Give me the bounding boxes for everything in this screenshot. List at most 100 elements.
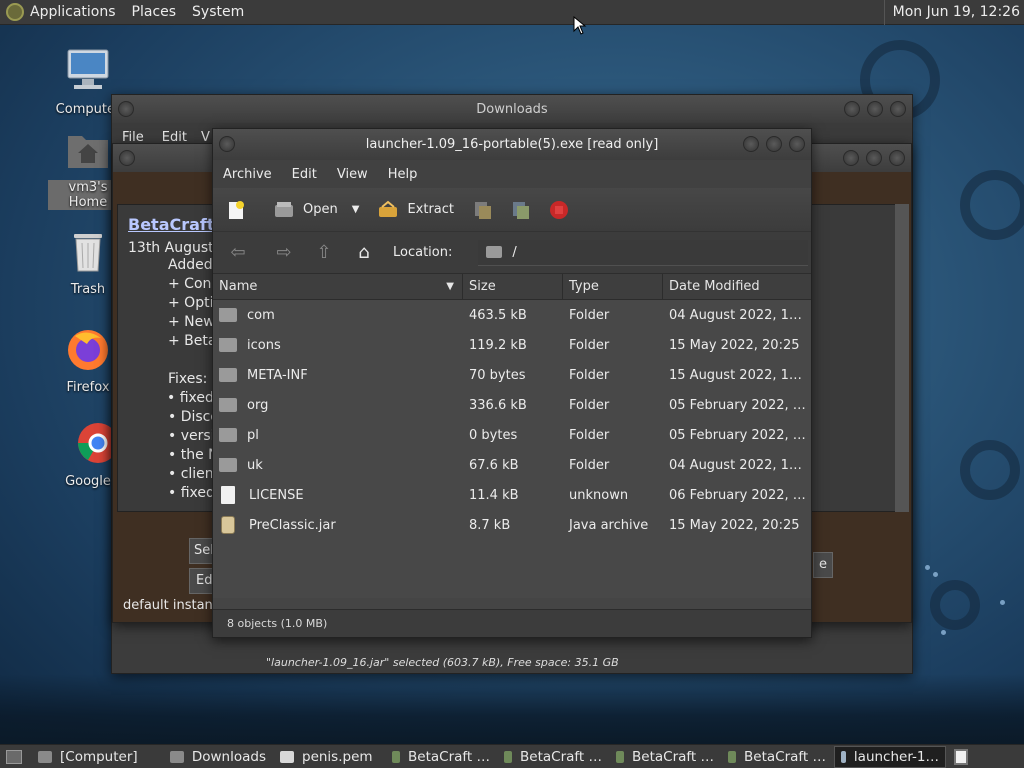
file-icon xyxy=(280,750,294,763)
row-size: 70 bytes xyxy=(469,367,526,383)
task-betacraft-3[interactable]: BetaCraft … xyxy=(610,746,720,768)
table-row[interactable]: uk 67.6 kB Folder 04 August 2022, 13:44 xyxy=(213,450,811,480)
clock[interactable]: Mon Jun 19, 12:26 xyxy=(883,0,1024,25)
open-button[interactable]: Open ▼ xyxy=(273,199,359,221)
row-name: org xyxy=(247,397,269,413)
downloads-status: "launcher-1.09_16.jar" selected (603.7 k… xyxy=(266,656,619,669)
row-size: 119.2 kB xyxy=(469,337,527,353)
forward-icon[interactable]: ⇨ xyxy=(273,242,295,264)
row-name: pl xyxy=(247,427,259,443)
task-downloads[interactable]: Downloads xyxy=(164,746,272,768)
row-name: PreClassic.jar xyxy=(249,517,336,533)
row-name: uk xyxy=(247,457,263,473)
distro-logo-icon[interactable] xyxy=(6,3,24,21)
archive-menubar: Archive Edit View Help xyxy=(213,160,811,188)
task-label: BetaCraft … xyxy=(520,748,602,765)
add-folder-button[interactable] xyxy=(510,199,540,221)
instance-label: default instanc xyxy=(123,598,220,613)
row-size: 463.5 kB xyxy=(469,307,527,323)
minimize-button[interactable] xyxy=(844,101,860,117)
task-label: launcher-1… xyxy=(853,748,939,765)
task-label: penis.pem xyxy=(302,748,373,765)
minimize-button[interactable] xyxy=(843,150,859,166)
menu-system[interactable]: System xyxy=(192,4,244,20)
minimize-button[interactable] xyxy=(743,136,759,152)
folder-icon xyxy=(219,397,237,412)
row-type: Java archive xyxy=(569,517,649,533)
workspace-switcher-icon[interactable] xyxy=(954,748,968,765)
row-type: Folder xyxy=(569,367,610,383)
open-dropdown-icon[interactable]: ▼ xyxy=(352,204,360,215)
extract-button[interactable]: Extract xyxy=(377,199,454,221)
show-desktop-icon[interactable] xyxy=(6,749,22,764)
table-row[interactable]: org 336.6 kB Folder 05 February 2022, 23… xyxy=(213,390,811,420)
row-date: 15 August 2022, 16:05 xyxy=(669,367,809,383)
row-date: 15 May 2022, 20:25 xyxy=(669,337,800,353)
maximize-button[interactable] xyxy=(867,101,883,117)
col-date[interactable]: Date Modified xyxy=(663,274,811,300)
table-row[interactable]: LICENSE 11.4 kB unknown 06 February 2022… xyxy=(213,480,811,510)
file-icon xyxy=(221,486,235,504)
table-row[interactable]: PreClassic.jar 8.7 kB Java archive 15 Ma… xyxy=(213,510,811,540)
table-row[interactable]: com 463.5 kB Folder 04 August 2022, 13:4… xyxy=(213,300,811,330)
archive-titlebar[interactable]: launcher-1.09_16-portable(5).exe [read o… xyxy=(213,129,811,160)
row-type: Folder xyxy=(569,337,610,353)
row-type: Folder xyxy=(569,397,610,413)
menu-help[interactable]: Help xyxy=(378,167,428,182)
downloads-titlebar[interactable]: Downloads xyxy=(112,95,912,123)
window-menu-button[interactable] xyxy=(118,101,134,117)
maximize-button[interactable] xyxy=(766,136,782,152)
menu-view[interactable]: View xyxy=(327,167,378,182)
stop-icon xyxy=(550,200,568,219)
menu-applications[interactable]: Applications xyxy=(30,4,116,20)
up-icon[interactable]: ⇧ xyxy=(313,242,335,264)
folder-icon xyxy=(170,750,184,763)
table-row[interactable]: icons 119.2 kB Folder 15 May 2022, 20:25 xyxy=(213,330,811,360)
task-betacraft-2[interactable]: BetaCraft … xyxy=(498,746,608,768)
task-penis-pem[interactable]: penis.pem xyxy=(274,746,384,768)
location-label: Location: xyxy=(393,245,453,260)
taskbar: [Computer] Downloads penis.pem BetaCraft… xyxy=(0,744,1024,768)
task-computer[interactable]: [Computer] xyxy=(32,746,162,768)
changelog-scrollbar[interactable] xyxy=(895,204,909,512)
menu-places[interactable]: Places xyxy=(132,4,177,20)
row-type: Folder xyxy=(569,457,610,473)
window-menu-button[interactable] xyxy=(119,150,135,166)
archive-title: launcher-1.09_16-portable(5).exe [read o… xyxy=(365,137,659,152)
task-betacraft-4[interactable]: BetaCraft … xyxy=(722,746,832,768)
task-launcher[interactable]: launcher-1… xyxy=(834,745,946,768)
close-button[interactable] xyxy=(789,136,805,152)
mouse-cursor-icon xyxy=(573,16,587,35)
window-menu-button[interactable] xyxy=(219,136,235,152)
menu-edit[interactable]: Edit xyxy=(282,167,327,182)
jar-icon xyxy=(221,516,235,534)
sort-descending-icon: ▼ xyxy=(446,280,454,292)
col-type[interactable]: Type xyxy=(563,273,663,300)
new-archive-button[interactable] xyxy=(225,199,255,221)
archive-manager-window: launcher-1.09_16-portable(5).exe [read o… xyxy=(212,128,812,638)
task-label: BetaCraft … xyxy=(744,748,826,765)
row-date: 05 February 2022, 23… xyxy=(669,397,809,413)
menu-archive[interactable]: Archive xyxy=(213,167,282,182)
computer-icon xyxy=(67,49,109,89)
table-row[interactable]: META-INF 70 bytes Folder 15 August 2022,… xyxy=(213,360,811,390)
location-bar: ⇦ ⇨ ⇧ ⌂ Location: / xyxy=(213,232,811,274)
close-button[interactable] xyxy=(889,150,905,166)
new-archive-icon xyxy=(229,200,244,219)
location-input[interactable]: / xyxy=(478,239,809,266)
betacraft-icon xyxy=(728,750,737,763)
add-files-button[interactable] xyxy=(472,199,502,221)
maximize-button[interactable] xyxy=(866,150,882,166)
row-type: Folder xyxy=(569,307,610,323)
col-size[interactable]: Size xyxy=(463,273,563,300)
task-betacraft-1[interactable]: BetaCraft … xyxy=(386,746,496,768)
col-name[interactable]: Name ▼ xyxy=(213,273,463,300)
table-row[interactable]: pl 0 bytes Folder 05 February 2022, 23… xyxy=(213,420,811,450)
play-button[interactable]: e xyxy=(813,552,833,578)
home-icon[interactable]: ⌂ xyxy=(353,242,375,264)
stop-button[interactable] xyxy=(548,199,578,221)
back-icon[interactable]: ⇦ xyxy=(227,242,249,264)
row-date: 05 February 2022, 23… xyxy=(669,427,809,443)
col-name-label: Name xyxy=(219,278,258,294)
close-button[interactable] xyxy=(890,101,906,117)
